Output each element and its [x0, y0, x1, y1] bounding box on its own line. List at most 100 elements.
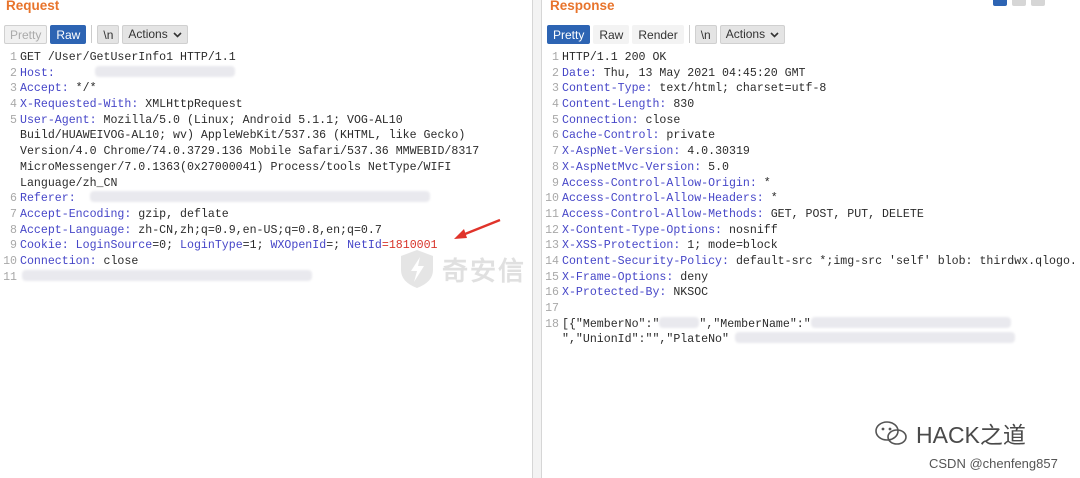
- line-number: 17: [545, 302, 559, 315]
- code-token: */*: [68, 82, 97, 96]
- code-token: Accept-Language:: [20, 223, 132, 237]
- request-newline-toggle[interactable]: \n: [97, 24, 120, 44]
- code-line: 14 Content-Security-Policy: default-src *…: [542, 254, 1080, 270]
- line-number: 16: [545, 286, 559, 300]
- wechat-icon: [875, 421, 907, 445]
- line-number: [0, 144, 20, 160]
- code-token: default-src *;img-src 'self' blob: third…: [728, 254, 1077, 268]
- line-number: 13: [545, 239, 559, 253]
- code-token: NetId: [347, 239, 382, 253]
- redacted-value: [89, 191, 430, 203]
- code-token: WXOpenId: [270, 239, 327, 253]
- code-token: X-Frame-Options:: [562, 270, 674, 284]
- line-number: [0, 176, 20, 192]
- code-token: Cache-Control:: [562, 129, 660, 143]
- code-line: Version/4.0 Chrome/74.0.3729.136 Mobile …: [0, 144, 532, 160]
- code-token: Date:: [562, 66, 597, 80]
- code-token: 5.0: [701, 160, 729, 174]
- code-line: 16 X-Protected-By: NKSOC: [542, 285, 1080, 301]
- code-line: 11 Access-Control-Allow-Methods: GET, POS…: [542, 207, 1080, 223]
- redacted-value: [734, 332, 1015, 344]
- line-number: 3: [10, 82, 17, 96]
- response-pretty-tab[interactable]: Pretty: [547, 24, 591, 44]
- line-number: 1: [552, 51, 559, 64]
- code-line: 8 X-AspNetMvc-Version: 5.0: [542, 160, 1080, 176]
- line-number: 5: [552, 113, 559, 127]
- code-token: =1;: [242, 239, 271, 253]
- response-actions-dropdown[interactable]: Actions: [719, 24, 786, 44]
- line-number: 4: [10, 98, 17, 112]
- code-token: GET, POST, PUT, DELETE: [763, 207, 924, 221]
- pane-divider[interactable]: [533, 0, 541, 478]
- line-number: 11: [545, 207, 559, 221]
- code-token: User-Agent:: [20, 113, 97, 127]
- redacted-value: [810, 316, 1011, 328]
- line-number: 14: [545, 254, 559, 268]
- code-token: Accept-Encoding:: [20, 207, 132, 221]
- code-line: 17: [542, 301, 1080, 317]
- code-line: 2 Date: Thu, 13 May 2021 04:45:20 GMT: [542, 66, 1080, 82]
- code-token: =0;: [152, 239, 181, 253]
- shield-logo-icon: [401, 250, 433, 288]
- request-pretty-tab[interactable]: Pretty: [4, 24, 48, 44]
- line-number: 2: [552, 66, 559, 80]
- line-number: 9: [552, 176, 559, 190]
- response-editor[interactable]: 1 HTTP/1.1 200 OK 2 Date: Thu, 13 May 2021…: [542, 50, 1080, 348]
- layout-toggle-icon[interactable]: [1012, 0, 1026, 6]
- chevron-down-icon: [173, 25, 182, 44]
- line-number: 3: [552, 82, 559, 96]
- response-newline-toggle[interactable]: \n: [694, 24, 717, 44]
- code-token: X-Requested-With:: [20, 98, 139, 112]
- redacted-value: [659, 316, 700, 328]
- code-token: Thu, 13 May 2021 04:45:20 GMT: [596, 66, 806, 80]
- code-token: *: [763, 192, 778, 206]
- code-token: X-AspNetMvc-Version:: [562, 160, 702, 174]
- response-raw-tab[interactable]: Raw: [593, 24, 630, 44]
- code-token: Host:: [20, 66, 55, 80]
- line-number: 10: [545, 192, 559, 206]
- code-line: 4 X-Requested-With: XMLHttpRequest: [0, 97, 532, 113]
- request-raw-tab[interactable]: Raw: [50, 24, 87, 44]
- code-line: 15 X-Frame-Options: deny: [542, 270, 1080, 286]
- center-watermark: 奇安信: [398, 248, 526, 290]
- code-token: Accept:: [20, 82, 69, 96]
- red-arrow-annotation: [454, 218, 501, 239]
- line-number: [0, 160, 20, 176]
- code-token: zh-CN,zh;q=0.9,en-US;q=0.8,en;q=0.7: [131, 223, 382, 237]
- layout-toggle-icon[interactable]: [993, 0, 1007, 6]
- redacted-value: [22, 269, 312, 281]
- code-token: LoginType: [180, 239, 243, 253]
- actions-label: Actions: [725, 26, 766, 41]
- request-actions-dropdown[interactable]: Actions: [122, 24, 188, 44]
- response-render-tab[interactable]: Render: [632, 24, 684, 44]
- center-watermark-text: 奇安信: [442, 255, 527, 286]
- code-token: X-XSS-Protection:: [562, 239, 681, 253]
- response-title: Response: [550, 0, 615, 13]
- code-line: 2 Host:: [0, 65, 532, 82]
- code-token: ","UnionId":"","PlateNo": [562, 333, 729, 347]
- code-line: 6 Cache-Control: private: [542, 128, 1080, 144]
- code-token: Access-Control-Allow-Origin:: [562, 176, 757, 190]
- csdn-watermark: CSDN @chenfeng857: [929, 456, 1058, 471]
- code-line: Language/zh_CN: [0, 176, 532, 192]
- code-token: close: [638, 113, 681, 127]
- line-number: 9: [10, 239, 17, 253]
- code-token: 830: [666, 98, 695, 112]
- line-number: 10: [3, 254, 17, 268]
- code-token: =;: [326, 239, 348, 253]
- code-line: 13 X-XSS-Protection: 1; mode=block: [542, 238, 1080, 254]
- line-number: 6: [552, 129, 559, 143]
- hack-watermark-text: HACK之道: [916, 422, 1026, 448]
- code-token: X-Content-Type-Options:: [562, 223, 723, 237]
- code-token: GET /User/GetUserInfo1 HTTP/1.1: [20, 51, 236, 64]
- actions-label: Actions: [128, 26, 168, 41]
- layout-toggle-icon[interactable]: [1031, 0, 1045, 6]
- request-pane: Request Pretty Raw \n Actions 1 GET /User…: [0, 0, 533, 478]
- code-line: 10 Access-Control-Allow-Headers: *: [542, 191, 1080, 207]
- code-token: LoginSource: [68, 239, 153, 253]
- code-token: Content-Security-Policy:: [562, 254, 729, 268]
- code-token: XMLHttpRequest: [138, 98, 243, 112]
- code-token: Language/zh_CN: [20, 176, 118, 190]
- line-number: [0, 128, 20, 144]
- toolbar-separator: [688, 25, 690, 43]
